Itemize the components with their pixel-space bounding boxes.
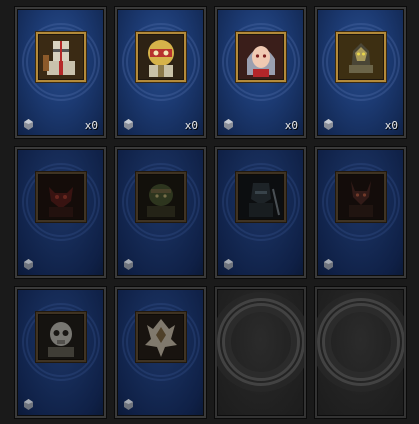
dark-knight-portrait-icon	[234, 171, 287, 224]
collection-card-9[interactable]	[15, 287, 106, 418]
masked-warrior-portrait-icon	[134, 31, 187, 84]
collection-card-4[interactable]: x0	[315, 7, 406, 138]
elf-girl-portrait-icon	[234, 31, 287, 84]
card-count: x0	[184, 119, 198, 132]
gem-icon	[124, 119, 133, 130]
empty-card-slot-2[interactable]	[315, 287, 406, 418]
horned-fiend-portrait-icon	[334, 171, 387, 224]
collection-card-7[interactable]	[215, 147, 306, 278]
card-count: x0	[384, 119, 398, 132]
collection-card-5[interactable]	[15, 147, 106, 278]
collection-card-3[interactable]: x0	[215, 7, 306, 138]
card-count: x0	[284, 119, 298, 132]
gem-icon	[124, 399, 133, 410]
collection-card-8[interactable]	[315, 147, 406, 278]
card-count: x0	[84, 119, 98, 132]
gem-icon	[224, 119, 233, 130]
gem-icon	[324, 119, 333, 130]
green-ogre-portrait-icon	[134, 171, 187, 224]
empty-slot-emblem-icon	[317, 298, 404, 387]
gem-icon	[324, 259, 333, 270]
red-demon-portrait-icon	[34, 171, 87, 224]
gem-icon	[124, 259, 133, 270]
empty-card-slot-1[interactable]	[215, 287, 306, 418]
crusader-portrait-icon	[34, 31, 87, 84]
collection-card-10[interactable]	[115, 287, 206, 418]
gem-icon	[24, 259, 33, 270]
collection-card-2[interactable]: x0	[115, 7, 206, 138]
empty-slot-emblem-icon	[217, 298, 304, 387]
gem-icon	[224, 259, 233, 270]
gem-icon	[24, 119, 33, 130]
collection-card-6[interactable]	[115, 147, 206, 278]
collection-card-1[interactable]: x0	[15, 7, 106, 138]
golden-beast-portrait-icon	[334, 31, 387, 84]
crystal-golem-portrait-icon	[134, 311, 187, 364]
skull-mage-portrait-icon	[34, 311, 87, 364]
gem-icon	[24, 399, 33, 410]
card-collection-grid: x0 x0 x0 x0	[0, 0, 419, 424]
